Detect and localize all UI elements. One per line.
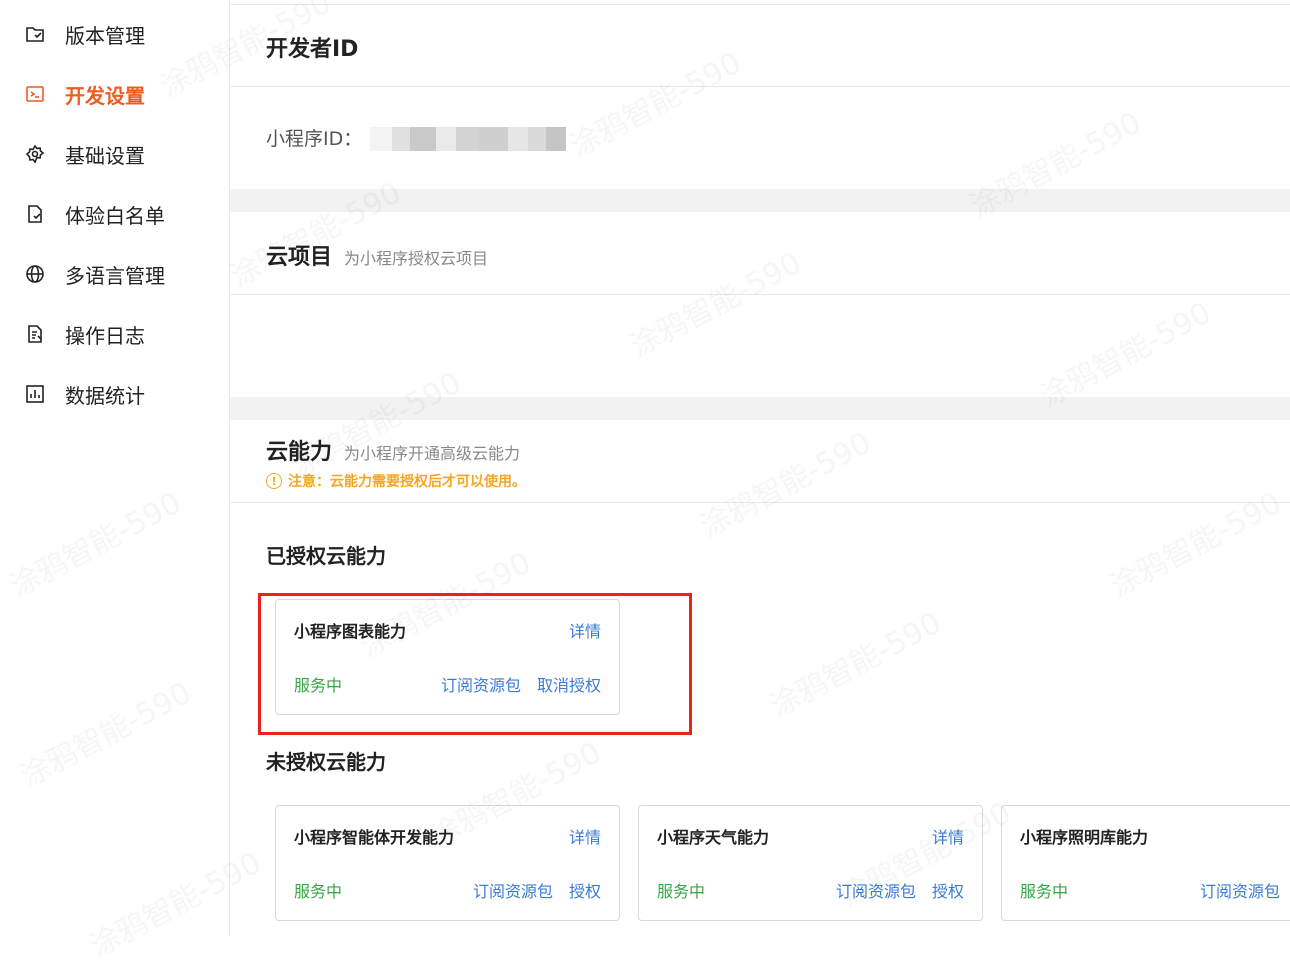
divider <box>230 4 1290 5</box>
cloud-project-title: 云项目 为小程序授权云项目 <box>266 239 488 271</box>
highlight-box <box>258 593 692 735</box>
main-content: 开发者ID 小程序ID： 云项目 为小程序授权云项目 云能力 为小程序开通高级云能力… <box>230 0 1290 936</box>
sidebar: 版本管理 开发设置 基础设置 体验白名单 多语言管理 操作日志 数据统计 <box>0 0 230 936</box>
subscribe-package-link[interactable]: 订阅资源包 <box>1200 882 1280 901</box>
sidebar-item-version-management[interactable]: 版本管理 <box>24 14 145 54</box>
unauthorized-title: 未授权云能力 <box>266 750 386 774</box>
cloud-ability-notice: ! 注意：云能力需要授权后才可以使用。 <box>266 471 526 491</box>
sidebar-item-label: 多语言管理 <box>65 263 165 288</box>
bar-chart-icon <box>24 383 46 405</box>
unauthorized-ability-card: 小程序天气能力 详情 服务中 订阅资源包 授权 <box>638 805 983 921</box>
developer-id-title: 开发者ID <box>266 37 359 62</box>
ability-name: 小程序智能体开发能力 <box>294 828 455 847</box>
sidebar-item-label: 数据统计 <box>65 383 145 408</box>
file-check-icon <box>24 203 46 225</box>
sidebar-item-basic-settings[interactable]: 基础设置 <box>24 134 145 174</box>
authorized-title: 已授权云能力 <box>266 544 386 568</box>
cloud-project-subtitle: 为小程序授权云项目 <box>344 249 489 268</box>
sidebar-item-label: 基础设置 <box>65 143 145 168</box>
subscribe-package-link[interactable]: 订阅资源包 <box>473 882 553 901</box>
cloud-project-title-text: 云项目 <box>266 245 333 270</box>
sidebar-item-operation-log[interactable]: 操作日志 <box>24 314 145 354</box>
cloud-ability-subtitle: 为小程序开通高级云能力 <box>344 444 521 463</box>
status-text: 服务中 <box>657 882 706 901</box>
ability-name: 小程序照明库能力 <box>1020 828 1149 847</box>
card-actions: 订阅资源包 授权 <box>457 878 601 902</box>
divider <box>230 502 1290 503</box>
section-gap <box>230 189 1290 212</box>
sidebar-item-whitelist[interactable]: 体验白名单 <box>24 194 165 234</box>
card-actions: 订阅资源包 授权 <box>820 878 964 902</box>
version-folder-icon <box>24 23 46 45</box>
authorize-link[interactable]: 授权 <box>569 882 601 901</box>
terminal-icon <box>24 83 46 105</box>
divider <box>230 294 1290 295</box>
warning-icon: ! <box>266 473 282 489</box>
status-text: 服务中 <box>294 882 343 901</box>
cloud-ability-title-text: 云能力 <box>266 440 333 465</box>
ability-name: 小程序天气能力 <box>657 828 770 847</box>
unauthorized-ability-card: 小程序照明库能力 服务中 订阅资源包 <box>1001 805 1290 921</box>
sidebar-item-statistics[interactable]: 数据统计 <box>24 374 145 414</box>
gear-icon <box>24 143 46 165</box>
sidebar-item-label: 体验白名单 <box>65 203 165 228</box>
subscribe-package-link[interactable]: 订阅资源包 <box>836 882 916 901</box>
status-text: 服务中 <box>1020 882 1069 901</box>
cloud-ability-title: 云能力 为小程序开通高级云能力 <box>266 434 520 466</box>
log-file-icon <box>24 323 46 345</box>
authorize-link[interactable]: 授权 <box>932 882 964 901</box>
detail-link[interactable]: 详情 <box>932 824 964 848</box>
section-gap <box>230 397 1290 420</box>
notice-text: 注意：云能力需要授权后才可以使用。 <box>288 474 526 490</box>
globe-icon <box>24 263 46 285</box>
sidebar-item-label: 版本管理 <box>65 23 145 48</box>
sidebar-item-label: 开发设置 <box>65 83 145 108</box>
detail-link[interactable]: 详情 <box>569 824 601 848</box>
sidebar-item-dev-settings[interactable]: 开发设置 <box>24 74 145 114</box>
sidebar-item-label: 操作日志 <box>65 323 145 348</box>
unauthorized-ability-card: 小程序智能体开发能力 详情 服务中 订阅资源包 授权 <box>275 805 620 921</box>
divider <box>230 86 1290 87</box>
card-actions: 订阅资源包 <box>1184 878 1280 902</box>
mini-program-id-value-redacted <box>370 127 566 151</box>
mini-program-id-label: 小程序ID： <box>266 128 363 150</box>
sidebar-item-multilanguage[interactable]: 多语言管理 <box>24 254 165 294</box>
